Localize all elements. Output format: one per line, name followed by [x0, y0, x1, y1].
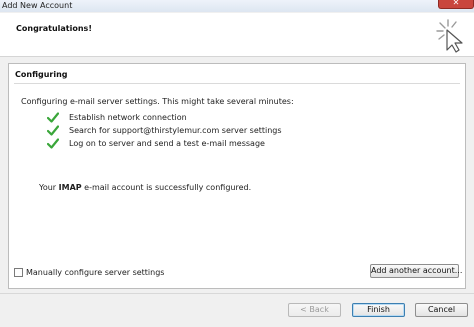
checkmark-icon [47, 138, 59, 149]
account-type: IMAP [58, 183, 82, 192]
cancel-button[interactable]: Cancel [415, 303, 468, 317]
section-divider [14, 83, 460, 84]
configuring-panel: Configuring Configuring e-mail server se… [8, 63, 466, 289]
add-another-account-button[interactable]: Add another account... [370, 264, 462, 278]
checkmark-icon [47, 125, 59, 136]
sparkle-cursor-icon [436, 19, 463, 53]
intro-text: Configuring e-mail server settings. This… [21, 97, 294, 106]
page-title: Congratulations! [16, 24, 92, 33]
step-label: Search for support@thirstylemur.com serv… [69, 126, 282, 135]
add-account-window: Add New Account ✕ Congratulations! Confi… [0, 0, 474, 327]
footer-divider [0, 293, 474, 294]
window-title: Add New Account [2, 1, 73, 10]
title-bar: Add New Account ✕ [0, 0, 474, 12]
header-banner: Congratulations! [0, 13, 474, 57]
finish-button[interactable]: Finish [352, 303, 405, 317]
success-message: Your IMAP e-mail account is successfully… [39, 183, 251, 192]
success-suffix: e-mail account is successfully configure… [81, 183, 252, 192]
close-button[interactable]: ✕ [438, 0, 474, 9]
step-label: Establish network connection [69, 113, 187, 122]
section-title: Configuring [15, 70, 68, 79]
checkmark-icon [47, 112, 59, 123]
step-label: Log on to server and send a test e-mail … [69, 139, 265, 148]
close-icon: ✕ [452, 0, 460, 7]
checkbox-label: Manually configure server settings [26, 268, 165, 277]
checkbox-box[interactable] [14, 268, 23, 277]
back-button[interactable]: < Back [288, 303, 341, 317]
success-prefix: Your [39, 183, 59, 192]
